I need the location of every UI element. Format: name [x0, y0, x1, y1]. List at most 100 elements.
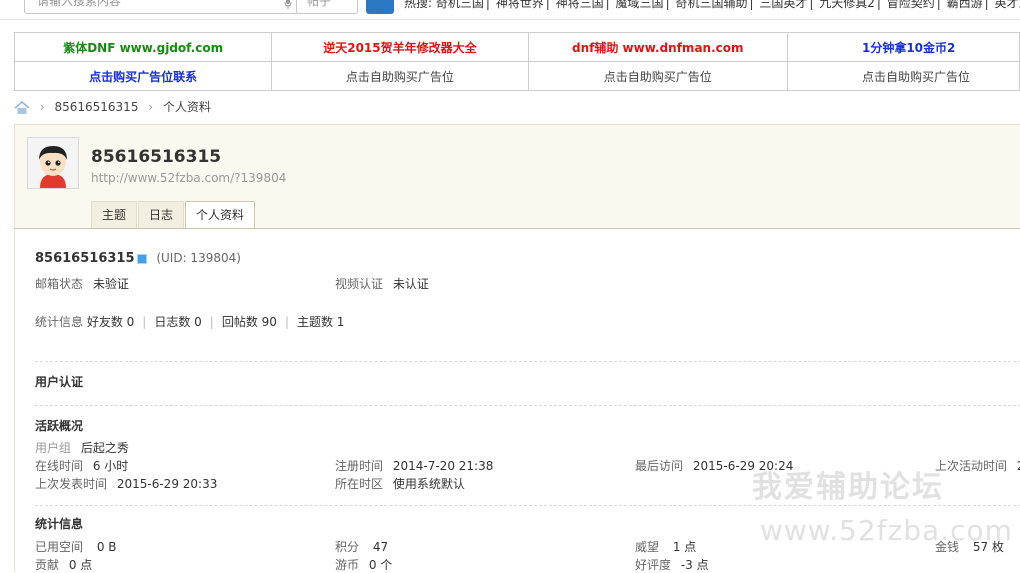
- online-time: 在线时间 6 小时: [35, 457, 128, 474]
- used-space: 已用空间 0 B: [35, 538, 117, 555]
- ad-link[interactable]: 逆天2015贺羊年修改器大全: [323, 41, 476, 55]
- stats-section-title: 统计信息: [35, 517, 84, 531]
- ad-cell[interactable]: 点击自助购买广告位: [527, 61, 788, 91]
- ad-link[interactable]: 点击自助购买广告位: [862, 70, 970, 84]
- points-label: 积分: [335, 540, 360, 554]
- ad-link[interactable]: dnf辅助 www.dnfman.com: [572, 41, 744, 55]
- last-visit-label: 最后访问: [635, 459, 684, 473]
- online-time-value: 6 小时: [92, 459, 129, 473]
- breadcrumb: › 85616516315 › 个人资料: [14, 98, 211, 116]
- timezone-label: 所在时区: [335, 477, 384, 491]
- ad-cell[interactable]: dnf辅助 www.dnfman.com: [527, 32, 788, 62]
- hot-search-item[interactable]: 魔域三国: [616, 0, 664, 10]
- prestige-value: 1 点: [672, 540, 697, 554]
- hot-search-item[interactable]: 英才三国: [995, 0, 1020, 10]
- rating-label: 好评度: [635, 558, 672, 572]
- last-post-label: 上次发表时间: [35, 477, 108, 491]
- ad-table: 紫体DNF www.gjdof.com 逆天2015贺羊年修改器大全 dnf辅助…: [13, 32, 1020, 91]
- blogs-count-link[interactable]: 日志数 0: [154, 315, 201, 329]
- game-coins: 游币 0 个: [335, 556, 392, 573]
- hot-search-item[interactable]: 三国英才: [759, 0, 807, 10]
- points: 积分 47: [335, 538, 388, 555]
- rating-value: -3 点: [680, 558, 709, 572]
- threads-count-link[interactable]: 主题数 1: [297, 315, 344, 329]
- search-placeholder: 请输入搜索内容: [37, 0, 122, 8]
- hot-search-item[interactable]: 霸西游: [947, 0, 983, 10]
- breadcrumb-separator: ›: [39, 100, 45, 114]
- rating: 好评度 -3 点: [635, 556, 709, 573]
- replies-count-link[interactable]: 回帖数 90: [222, 315, 277, 329]
- search-button[interactable]: [366, 0, 394, 14]
- user-group: 用户组 后起之秀: [35, 439, 129, 456]
- info-uid: (UID: 139804): [156, 251, 241, 265]
- ad-link[interactable]: 1分钟拿10金币2: [862, 41, 955, 55]
- email-status-value: 未验证: [92, 277, 129, 291]
- ad-cell[interactable]: 紫体DNF www.gjdof.com: [13, 32, 273, 62]
- ad-link[interactable]: 点击自助购买广告位: [604, 70, 712, 84]
- used-space-label: 已用空间: [35, 540, 84, 554]
- contribution: 贡献 0 点: [35, 556, 92, 573]
- email-status: 邮箱状态 未验证: [35, 275, 129, 292]
- breadcrumb-separator: ›: [148, 100, 154, 114]
- auth-section-title: 用户认证: [35, 375, 84, 389]
- search-type-value: 帖子: [307, 0, 332, 8]
- hot-search-item[interactable]: 神将三国: [556, 0, 604, 10]
- video-status-label: 视频认证: [335, 277, 384, 291]
- info-title-row: 85616516315 (UID: 139804): [35, 251, 241, 266]
- search-input[interactable]: 请输入搜索内容: [24, 0, 300, 14]
- ad-link[interactable]: 紫体DNF www.gjdof.com: [63, 41, 223, 55]
- register-time-label: 注册时间: [335, 459, 384, 473]
- game-coins-value: 0 个: [368, 558, 393, 572]
- prestige-label: 威望: [635, 540, 660, 554]
- profile-username: 85616516315: [91, 147, 222, 167]
- last-active-label: 上次活动时间: [935, 459, 1008, 473]
- avatar[interactable]: [27, 137, 79, 189]
- timezone: 所在时区 使用系统默认: [335, 475, 465, 492]
- profile-url[interactable]: http://www.52fzba.com/?139804: [91, 171, 286, 185]
- ad-cell[interactable]: 逆天2015贺羊年修改器大全: [271, 32, 529, 62]
- breadcrumb-current: 个人资料: [162, 100, 211, 114]
- online-time-label: 在线时间: [35, 459, 84, 473]
- user-group-value[interactable]: 后起之秀: [81, 441, 129, 455]
- hot-search-item[interactable]: 奇机三国辅助: [675, 0, 747, 10]
- search-icon: [366, 0, 394, 2]
- register-time: 注册时间 2014-7-20 21:38: [335, 457, 493, 474]
- hot-search-item[interactable]: 奇机三国: [436, 0, 484, 10]
- online-status-icon: [136, 253, 147, 264]
- search-type-select[interactable]: 帖子: [296, 0, 358, 14]
- hot-search-item[interactable]: 神将世界: [496, 0, 544, 10]
- points-value: 47: [372, 540, 389, 554]
- friends-count-link[interactable]: 好友数 0: [87, 315, 134, 329]
- last-post-value: 2015-6-29 20:33: [116, 477, 218, 491]
- top-divider: [0, 19, 1020, 20]
- hot-search-label: 热搜:: [404, 0, 433, 10]
- profile-header: 85616516315 http://www.52fzba.com/?13980…: [14, 124, 1020, 231]
- ad-cell[interactable]: 点击自助购买广告位: [271, 61, 529, 91]
- breadcrumb-user-link[interactable]: 85616516315: [54, 100, 138, 114]
- home-icon[interactable]: [14, 100, 30, 115]
- email-status-label: 邮箱状态: [35, 277, 84, 291]
- video-status: 视频认证 未认证: [335, 275, 429, 292]
- avatar-icon: [28, 138, 78, 188]
- ad-link[interactable]: 点击自助购买广告位: [346, 70, 454, 84]
- activity-section-title: 活跃概况: [35, 419, 84, 433]
- stats-summary: 统计信息 好友数 0 | 日志数 0 | 回帖数 90 | 主题数 1: [35, 315, 345, 329]
- contribution-label: 贡献: [35, 558, 60, 572]
- microphone-icon[interactable]: [284, 0, 292, 9]
- tab-profile[interactable]: 个人资料: [185, 201, 255, 231]
- hot-search-item[interactable]: 九天修真2: [819, 0, 875, 10]
- hot-search-item[interactable]: 冒险契约: [887, 0, 935, 10]
- watermark-url: www.52fzba.com: [760, 514, 1013, 547]
- contribution-value: 0 点: [68, 558, 93, 572]
- ad-link[interactable]: 点击购买广告位联系: [89, 70, 197, 84]
- tab-blog[interactable]: 日志: [138, 201, 184, 229]
- ad-cell[interactable]: 点击自助购买广告位: [786, 61, 1020, 91]
- info-username: 85616516315: [35, 251, 135, 266]
- ad-row: 紫体DNF www.gjdof.com 逆天2015贺羊年修改器大全 dnf辅助…: [13, 32, 1020, 62]
- ad-cell[interactable]: 1分钟拿10金币2: [786, 32, 1020, 62]
- user-group-label: 用户组: [35, 441, 72, 455]
- ad-cell[interactable]: 点击购买广告位联系: [13, 61, 273, 91]
- watermark-title: 我爱辅助论坛: [752, 470, 944, 505]
- section-divider: [35, 361, 1020, 362]
- tab-threads[interactable]: 主题: [91, 201, 137, 229]
